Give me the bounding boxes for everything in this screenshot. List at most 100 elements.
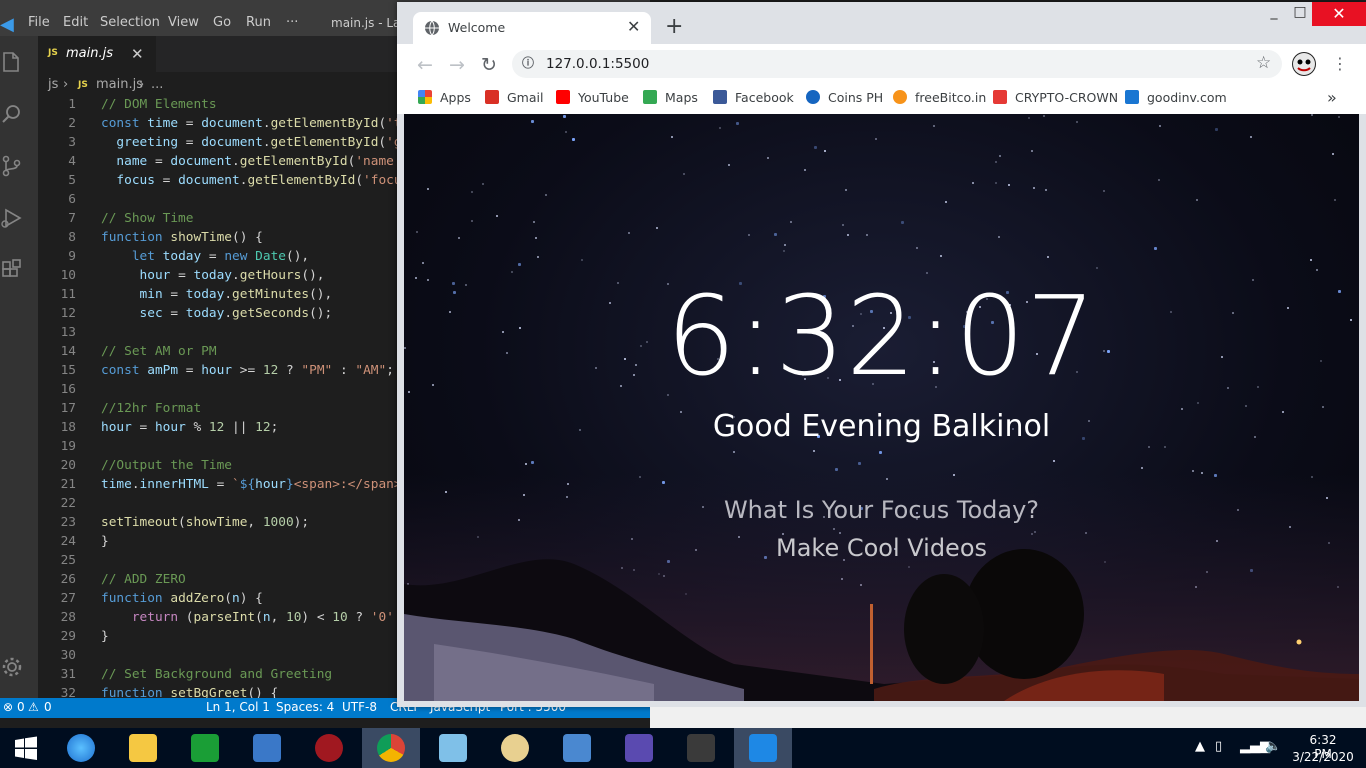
code-line: focus = document.getElementById('focus')…	[116, 173, 432, 188]
chevron-right-icon: ›	[139, 77, 145, 92]
star	[1215, 128, 1218, 131]
menu-view[interactable]: View	[168, 15, 199, 30]
chrome-window: Welcome ✕ + _ □ ✕ ← → ↻ ⓘ 127.0.0.1:5500…	[397, 2, 1366, 707]
internet-explorer-icon[interactable]	[52, 728, 110, 768]
code-line: //12hr Format	[101, 401, 202, 416]
line-number: 15	[60, 363, 76, 378]
line-number: 6	[68, 192, 76, 207]
reload-button[interactable]: ↻	[481, 54, 497, 76]
menu-file[interactable]: File	[28, 15, 50, 30]
network-icon[interactable]	[548, 728, 606, 768]
sublime-text-icon[interactable]	[672, 728, 730, 768]
star	[1316, 269, 1318, 271]
menu-kebab-icon[interactable]: ⋮	[1332, 54, 1348, 73]
star	[683, 173, 685, 175]
bookmark-goodinv[interactable]: goodinv.com	[1125, 90, 1227, 108]
bookmark-maps[interactable]: Maps	[643, 90, 698, 108]
volume-icon[interactable]: 🔈	[1265, 739, 1281, 754]
more-bookmarks-icon[interactable]: »	[1327, 88, 1337, 107]
star	[496, 215, 498, 217]
notepad-icon[interactable]	[424, 728, 482, 768]
menu-edit[interactable]: Edit	[63, 15, 88, 30]
cursor-position[interactable]: Ln 1, Col 1	[206, 700, 270, 714]
vscode-taskbar-icon[interactable]	[734, 728, 792, 768]
extensions-icon[interactable]	[0, 258, 24, 284]
line-number: 24	[60, 534, 76, 549]
explorer-icon[interactable]	[0, 50, 24, 76]
taskbar-date[interactable]: 3/22/2020	[1290, 750, 1356, 764]
error-icon[interactable]: ⊗	[3, 700, 13, 714]
bookmark-facebook[interactable]: Facebook	[713, 90, 794, 108]
star	[518, 263, 521, 266]
breadcrumb-symbol[interactable]: ...	[151, 77, 163, 92]
address-bar[interactable]: ⓘ 127.0.0.1:5500 ☆	[512, 50, 1282, 78]
focus-input[interactable]: Make Cool Videos	[404, 534, 1359, 562]
start-button[interactable]	[0, 728, 58, 768]
new-tab-button[interactable]: +	[665, 14, 683, 39]
star	[1008, 184, 1010, 186]
error-count[interactable]: 0	[17, 700, 25, 714]
source-control-icon[interactable]	[0, 154, 24, 180]
line-number: 21	[60, 477, 76, 492]
media-player-icon[interactable]	[300, 728, 358, 768]
bookmark-freebitco[interactable]: freeBitco.in	[893, 90, 986, 108]
breadcrumb-file[interactable]: main.js	[96, 77, 143, 92]
warning-icon[interactable]: ⚠	[28, 700, 39, 714]
star	[774, 233, 777, 236]
device-icon[interactable]: ▯	[1215, 739, 1222, 754]
star	[458, 237, 460, 239]
encoding[interactable]: UTF-8	[342, 700, 377, 714]
star	[581, 259, 583, 261]
bookmark-apps[interactable]: Apps	[418, 90, 471, 108]
bookmark-coins-ph[interactable]: Coins PH	[806, 90, 883, 108]
store-icon[interactable]	[176, 728, 234, 768]
bookmark-crypto-crown[interactable]: CRYPTO-CROWN	[993, 90, 1118, 108]
menu-run[interactable]: Run	[246, 15, 271, 30]
star	[427, 188, 429, 190]
bookmark-youtube[interactable]: YouTube	[556, 90, 629, 108]
line-number: 4	[68, 154, 76, 169]
star	[1031, 150, 1033, 152]
settings-icon[interactable]	[610, 728, 668, 768]
star	[1148, 446, 1150, 448]
bookmark-star-icon[interactable]: ☆	[1256, 53, 1271, 73]
breadcrumb-folder[interactable]: js	[48, 77, 58, 92]
line-number: 23	[60, 515, 76, 530]
info-icon[interactable]: ⓘ	[522, 54, 538, 70]
line-number: 1	[68, 97, 76, 112]
star	[866, 234, 868, 236]
star	[995, 182, 997, 184]
file-explorer-icon[interactable]	[114, 728, 172, 768]
star	[1311, 114, 1313, 116]
search-icon[interactable]	[0, 102, 24, 128]
menu-go[interactable]: Go	[213, 15, 231, 30]
code-line: let today = new Date(),	[131, 249, 310, 264]
paint-icon[interactable]	[486, 728, 544, 768]
line-number: 18	[60, 420, 76, 435]
run-debug-icon[interactable]	[0, 206, 24, 232]
chrome-taskbar-icon[interactable]	[362, 728, 420, 768]
star	[1310, 259, 1312, 261]
menu-selection[interactable]: Selection	[100, 15, 160, 30]
menu-more[interactable]: ···	[286, 15, 298, 30]
bookmark-gmail[interactable]: Gmail	[485, 90, 543, 108]
code-line: const time = document.getElementById('ti…	[101, 116, 448, 131]
tab-welcome[interactable]: Welcome ✕	[413, 12, 651, 44]
maximize-button[interactable]: □	[1285, 4, 1315, 28]
back-button[interactable]: ←	[417, 54, 433, 76]
close-icon[interactable]: ✕	[131, 45, 144, 63]
close-window-button[interactable]: ✕	[1312, 2, 1366, 26]
settings-gear-icon[interactable]	[0, 655, 24, 681]
bookmarks-bar: Apps Gmail YouTube Maps Facebook Coins P…	[397, 84, 1366, 114]
line-number: 30	[60, 648, 76, 663]
tab-main-js[interactable]: JS main.js ✕	[38, 36, 156, 72]
star	[1197, 402, 1199, 404]
indentation[interactable]: Spaces: 4	[276, 700, 334, 714]
profile-avatar[interactable]	[1292, 52, 1316, 76]
remote-desktop-icon[interactable]	[238, 728, 296, 768]
star	[995, 161, 997, 163]
forward-button[interactable]: →	[449, 54, 465, 76]
warning-count[interactable]: 0	[44, 700, 52, 714]
close-tab-icon[interactable]: ✕	[627, 17, 640, 36]
show-hidden-icons[interactable]: ▲	[1195, 739, 1205, 754]
